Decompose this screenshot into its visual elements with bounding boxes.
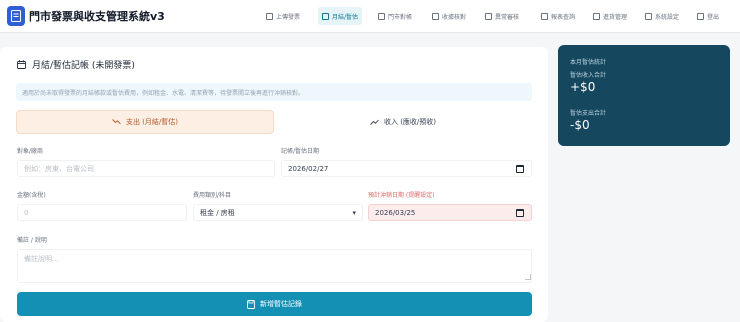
nav-label: 收據核對 — [442, 13, 467, 21]
amount-input[interactable]: 0 — [17, 204, 187, 221]
memo-label: 備註 / 說明 — [17, 237, 47, 244]
app-title: 門市發票與收支管理系統v3 — [29, 10, 165, 23]
income-total: +$0 — [570, 80, 596, 94]
category-select[interactable]: 租金 / 房租 ▾ — [193, 204, 363, 221]
expense-total: -$0 — [570, 118, 590, 132]
type-toggle: 支出 (月結/暫估) 收入 (應收/預收) — [16, 110, 532, 134]
main-nav: 上傳發票 月結/暫估 門市對帳 收據核對 異常審核 報表查詢 進貨管理 系統設定… — [262, 7, 736, 25]
settings-icon — [645, 12, 652, 20]
trend-up-icon — [370, 119, 379, 125]
summary-title: 本月暫估統計 — [570, 59, 607, 66]
nav-label: 上傳發票 — [276, 13, 301, 21]
income-type-button[interactable]: 收入 (應收/預收) — [274, 110, 532, 134]
logout-icon — [697, 12, 704, 20]
memo-textarea[interactable]: 備註說明... — [17, 249, 532, 283]
add-estimate-label: 新增暫估記錄 — [260, 300, 302, 308]
nav-label: 進貨管理 — [603, 13, 628, 21]
upload-icon — [266, 12, 273, 20]
due-date-value: 2026/03/25 — [375, 208, 416, 217]
estimate-summary-panel: 本月暫估統計 暫估收入合計 +$0 暫估支出合計 -$0 — [558, 45, 730, 146]
chevron-down-icon: ▾ — [352, 209, 356, 217]
expense-type-button[interactable]: 支出 (月結/暫估) — [16, 110, 274, 134]
nav-logout[interactable]: 登出 — [693, 7, 723, 25]
category-label: 費用類別/科目 — [193, 192, 232, 199]
income-caption: 暫估收入合計 — [570, 72, 607, 79]
nav-store-reconcile[interactable]: 門市對帳 — [374, 7, 416, 25]
date-input[interactable]: 2026/02/27 — [281, 160, 532, 177]
section-title: 月結/暫估記帳 (未開發票) — [17, 58, 135, 71]
add-estimate-button[interactable]: 新增暫估記錄 — [17, 292, 532, 316]
refresh-icon — [432, 12, 439, 20]
due-date-input[interactable]: 2026/03/25 — [368, 204, 532, 221]
nav-exception-review[interactable]: 異常審核 — [481, 7, 523, 25]
calendar-icon — [17, 60, 26, 69]
expense-caption: 暫估支出合計 — [570, 110, 607, 117]
income-type-label: 收入 (應收/預收) — [383, 118, 437, 126]
alert-icon — [485, 12, 492, 20]
calendar-icon — [322, 12, 329, 20]
nav-label: 報表查詢 — [551, 13, 576, 21]
app-logo-icon — [7, 6, 25, 26]
calendar-picker-icon[interactable] — [516, 165, 524, 173]
top-bar: 門市發票與收支管理系統v3 上傳發票 月結/暫估 門市對帳 收據核對 異常審核 … — [0, 0, 740, 33]
nav-label: 登出 — [707, 13, 720, 21]
search-icon — [541, 12, 548, 20]
nav-label: 月結/暫估 — [332, 13, 359, 21]
nav-upload-invoice[interactable]: 上傳發票 — [262, 7, 304, 25]
nav-report-query[interactable]: 報表查詢 — [537, 7, 579, 25]
trend-down-icon — [112, 119, 121, 125]
nav-label: 異常審核 — [495, 13, 520, 21]
nav-receipt-check[interactable]: 收據核對 — [428, 7, 470, 25]
vendor-input[interactable]: 例如：房東、台電公司 — [17, 160, 275, 177]
date-label: 記帳/暫估日期 — [281, 148, 320, 155]
expense-type-label: 支出 (月結/暫估) — [125, 118, 179, 126]
nav-purchase-manage[interactable]: 進貨管理 — [589, 7, 631, 25]
estimate-form-card: 月結/暫估記帳 (未開發票) 適用於尚未取得發票的月結帳款或暫估費用，例如租金、… — [0, 47, 548, 322]
nav-system-settings[interactable]: 系統設定 — [641, 7, 683, 25]
section-title-text: 月結/暫估記帳 (未開發票) — [32, 61, 135, 71]
due-date-label: 預計沖銷日期 (提醒設定) — [368, 192, 435, 199]
box-icon — [593, 12, 600, 20]
info-notice: 適用於尚未取得發票的月結帳款或暫估費用，例如租金、水電、清潔費等，待發票開立後再… — [16, 83, 532, 101]
calendar-picker-icon[interactable] — [516, 209, 524, 217]
store-icon — [378, 12, 385, 20]
save-icon — [247, 299, 255, 309]
vendor-label: 對象/廠商 — [17, 148, 44, 155]
nav-monthly-estimate[interactable]: 月結/暫估 — [318, 7, 363, 25]
date-value: 2026/02/27 — [288, 164, 329, 173]
category-value: 租金 / 房租 — [200, 208, 235, 217]
resize-handle[interactable] — [525, 274, 531, 280]
nav-label: 門市對帳 — [388, 13, 413, 21]
nav-label: 系統設定 — [655, 13, 680, 21]
amount-label: 金額(含稅) — [17, 192, 46, 199]
